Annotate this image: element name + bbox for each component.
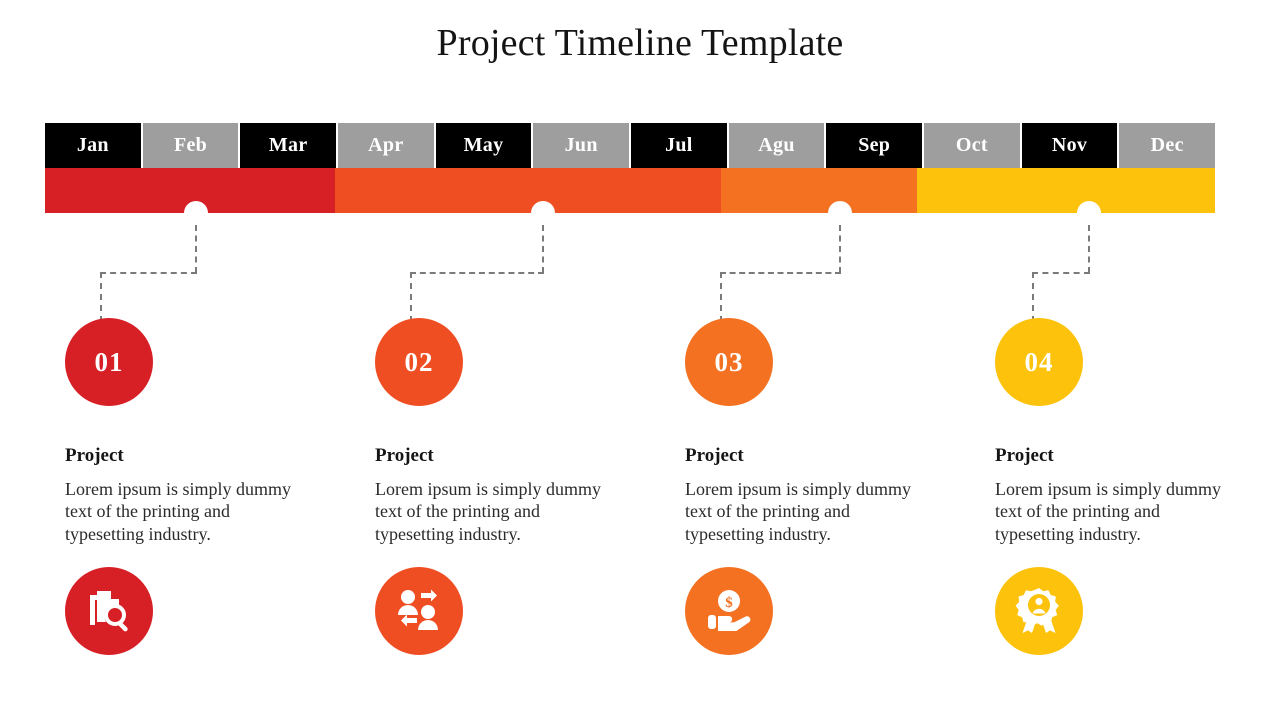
- milestone-dot-2[interactable]: [531, 201, 555, 225]
- month-cell-mar[interactable]: Mar: [240, 123, 337, 168]
- milestone-column-3: 03 Project Lorem ipsum is simply dummy t…: [675, 318, 975, 656]
- connector-2-vertical-bottom: [410, 272, 412, 322]
- milestone-dot-4[interactable]: [1077, 201, 1101, 225]
- milestone-heading-2: Project: [375, 445, 434, 466]
- milestone-number-badge-4[interactable]: 04: [995, 318, 1083, 406]
- milestone-heading-4: Project: [995, 445, 1054, 466]
- connector-2-horizontal: [410, 272, 544, 274]
- milestone-dot-1[interactable]: [184, 201, 208, 225]
- month-cell-may[interactable]: May: [435, 123, 532, 168]
- connector-1-horizontal: [100, 272, 197, 274]
- month-cell-jun[interactable]: Jun: [533, 123, 630, 168]
- milestone-body-4: Lorem ipsum is simply dummy text of the …: [995, 478, 1222, 544]
- connector-4-horizontal: [1032, 272, 1090, 274]
- month-cell-agu[interactable]: Agu: [728, 123, 825, 168]
- month-cell-nov[interactable]: Nov: [1021, 123, 1118, 168]
- connector-1-vertical-bottom: [100, 272, 102, 322]
- milestone-dot-3[interactable]: [828, 201, 852, 225]
- connector-3-horizontal: [720, 272, 841, 274]
- milestone-icon-circle-4[interactable]: [995, 567, 1083, 656]
- connector-3-vertical-bottom: [720, 272, 722, 322]
- page-title: Project Timeline Template: [436, 22, 844, 64]
- milestone-heading-1: Project: [65, 445, 124, 466]
- bar-segment-4: [917, 168, 1215, 213]
- month-cell-oct[interactable]: Oct: [924, 123, 1020, 168]
- document-search-icon: [84, 586, 134, 636]
- milestone-number-badge-2[interactable]: 02: [375, 318, 463, 406]
- milestone-heading-3: Project: [685, 445, 744, 466]
- milestone-body-3: Lorem ipsum is simply dummy text of the …: [685, 478, 912, 544]
- timeline-color-bar: [45, 168, 1215, 213]
- milestone-column-1: 01 Project Lorem ipsum is simply dummy t…: [55, 318, 355, 656]
- connector-1-vertical-top: [195, 225, 197, 273]
- milestone-column-2: 02 Project Lorem ipsum is simply dummy t…: [365, 318, 665, 656]
- milestone-number-badge-1[interactable]: 01: [65, 318, 153, 406]
- milestone-icon-circle-3[interactable]: $: [685, 567, 773, 656]
- connector-2-vertical-top: [542, 225, 544, 273]
- people-exchange-icon: [394, 586, 444, 636]
- connector-3-vertical-top: [839, 225, 841, 273]
- month-header-row: Jan Feb Mar Apr May Jun Jul Agu Sep Oct …: [45, 123, 1216, 168]
- bar-segment-3: [721, 168, 917, 213]
- connector-4-vertical-top: [1088, 225, 1090, 273]
- milestone-column-4: 04 Project Lorem ipsum is simply dummy t…: [985, 318, 1280, 656]
- month-cell-feb[interactable]: Feb: [142, 123, 239, 168]
- milestone-icon-circle-2[interactable]: [375, 567, 463, 656]
- connector-4-vertical-bottom: [1032, 272, 1034, 322]
- milestone-body-1: Lorem ipsum is simply dummy text of the …: [65, 478, 292, 544]
- milestone-number-badge-3[interactable]: 03: [685, 318, 773, 406]
- month-cell-apr[interactable]: Apr: [338, 123, 434, 168]
- milestone-body-2: Lorem ipsum is simply dummy text of the …: [375, 478, 602, 544]
- milestone-icon-circle-1[interactable]: [65, 567, 153, 656]
- svg-text:$: $: [725, 595, 733, 611]
- award-badge-icon: [1014, 586, 1064, 636]
- month-cell-dec[interactable]: Dec: [1119, 123, 1216, 168]
- hand-money-icon: $: [704, 586, 754, 636]
- month-cell-jul[interactable]: Jul: [631, 123, 727, 168]
- month-cell-sep[interactable]: Sep: [826, 123, 923, 168]
- bar-segment-2: [335, 168, 721, 213]
- month-cell-jan[interactable]: Jan: [45, 123, 141, 168]
